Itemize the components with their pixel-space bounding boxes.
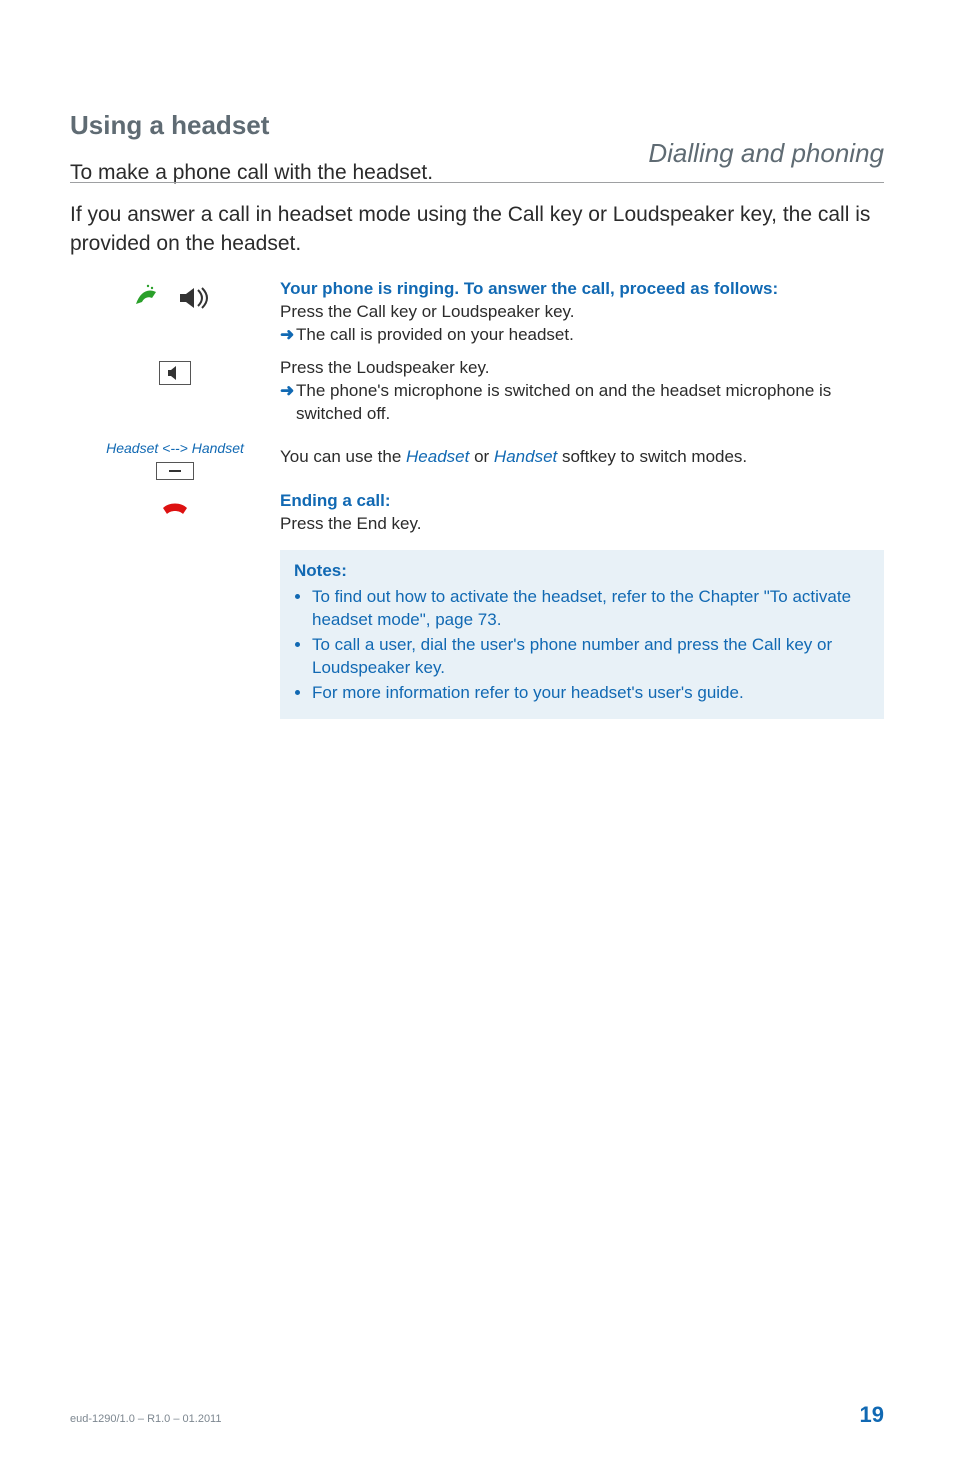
mode-label: Headset <--> Handset [70, 440, 280, 456]
mode-text: You can use the Headset or Handset softk… [280, 446, 884, 469]
section-title: Using a headset [70, 110, 884, 141]
step-answer-call: Your phone is ringing. To answer the cal… [70, 278, 884, 347]
step-mode-switch: Headset <--> Handset You can use the Hea… [70, 436, 884, 480]
end-icon [70, 490, 280, 520]
note-item-2: To call a user, dial the user's phone nu… [312, 634, 870, 680]
page-root: Dialling and phoning Using a headset To … [0, 110, 954, 1462]
notes-box: Notes: To find out how to activate the h… [280, 550, 884, 720]
step-loudspeaker: Press the Loudspeaker key. ➜The phone's … [70, 357, 884, 426]
step-end-call: Ending a call: Press the End key. [70, 490, 884, 536]
step2-result: ➜The phone's microphone is switched on a… [280, 380, 884, 426]
notes-row: Notes: To find out how to activate the h… [70, 546, 884, 720]
step2-icon [70, 357, 280, 385]
call-and-loudspeaker-icons [130, 282, 220, 314]
step1-icons [70, 278, 280, 314]
step1-result: ➜The call is provided on your headset. [280, 324, 884, 347]
steps-area: Your phone is ringing. To answer the cal… [70, 278, 884, 719]
running-head: Dialling and phoning [648, 138, 884, 169]
page-footer: eud-1290/1.0 – R1.0 – 01.2011 19 [70, 1402, 884, 1428]
step2-text: Press the Loudspeaker key. [280, 357, 884, 380]
step1-text: Press the Call key or Loudspeaker key. [280, 301, 884, 324]
intro-paragraph-2: If you answer a call in headset mode usi… [70, 201, 884, 258]
end-call-icon [159, 500, 191, 520]
note-item-3: For more information refer to your heads… [312, 682, 870, 705]
arrow-icon: ➜ [280, 324, 296, 347]
mode-icon-area: Headset <--> Handset [70, 436, 280, 480]
notes-title: Notes: [294, 561, 347, 580]
note-item-1: To find out how to activate the headset,… [312, 586, 870, 632]
softkey-icon [156, 462, 194, 480]
page-number: 19 [860, 1402, 884, 1428]
end-text: Press the End key. [280, 513, 884, 536]
notes-list: To find out how to activate the headset,… [294, 586, 870, 705]
header-rule [70, 182, 884, 183]
footer-doc-id: eud-1290/1.0 – R1.0 – 01.2011 [70, 1413, 221, 1425]
arrow-icon: ➜ [280, 380, 296, 403]
end-heading: Ending a call: [280, 490, 884, 513]
loudspeaker-key-icon [159, 361, 191, 385]
step1-heading: Your phone is ringing. To answer the cal… [280, 278, 884, 301]
